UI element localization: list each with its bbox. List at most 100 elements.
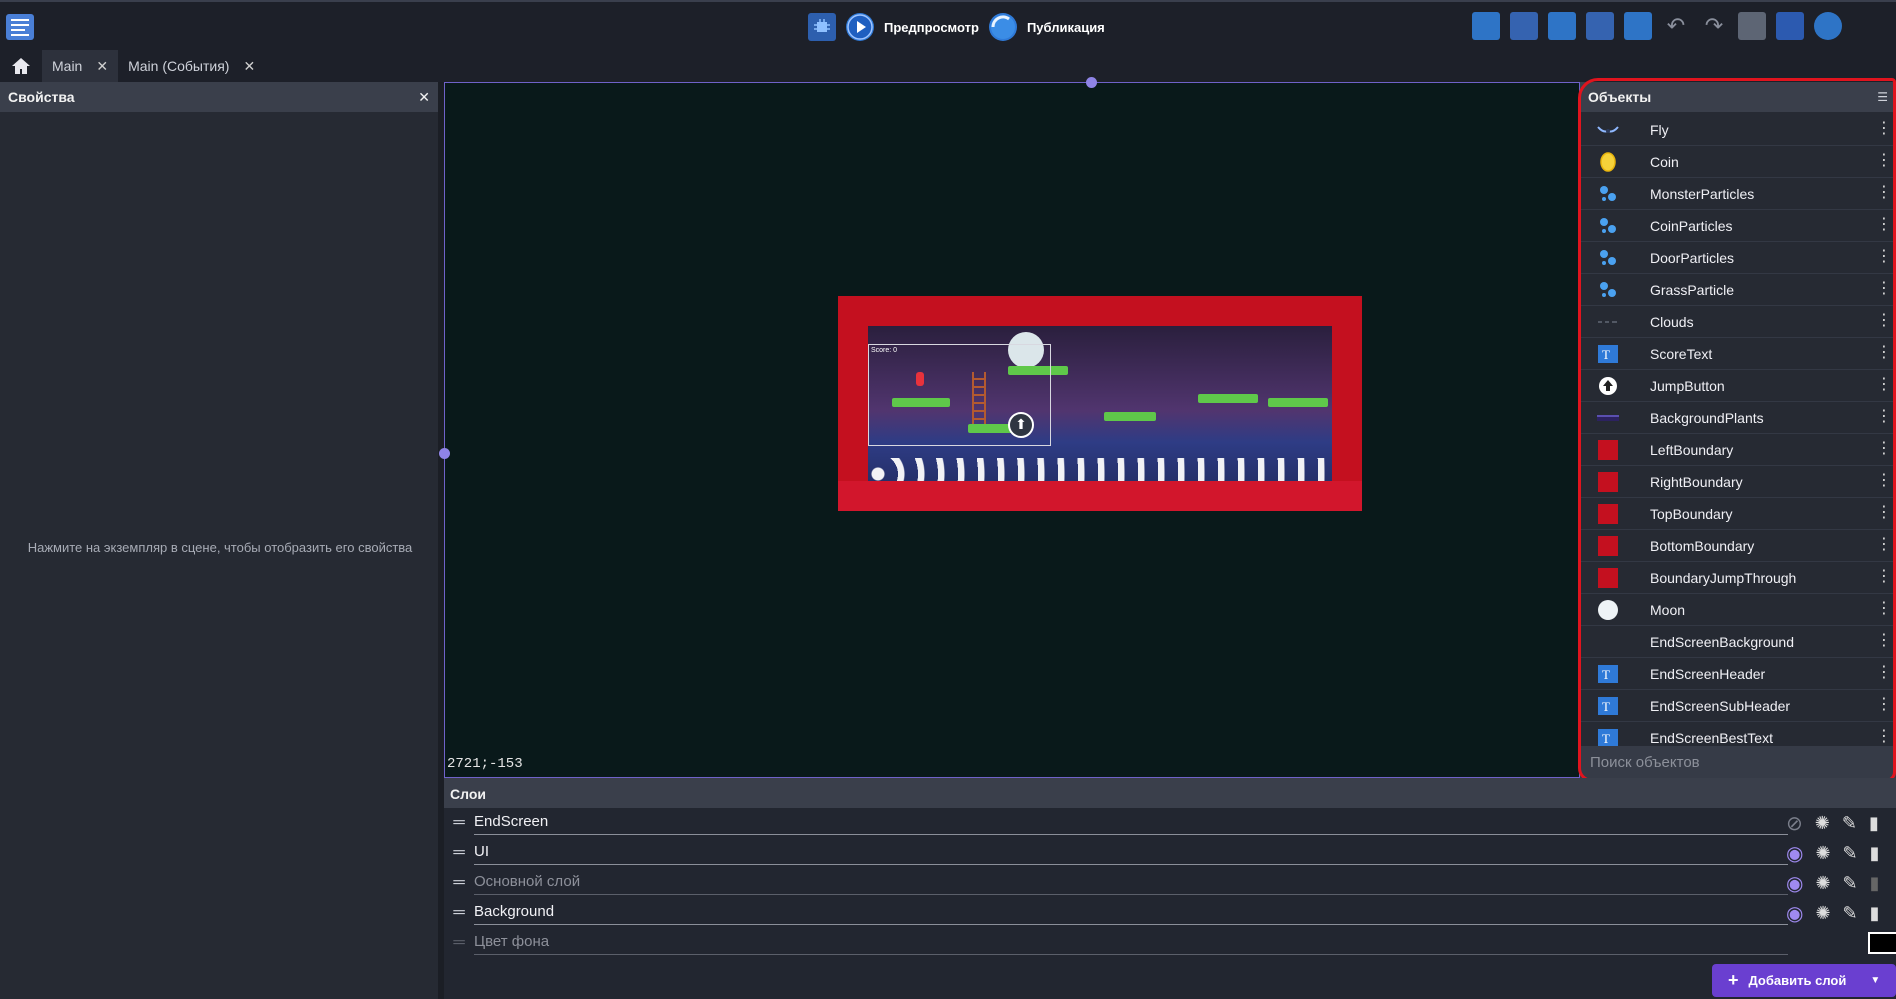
- close-icon[interactable]: ✕: [243, 58, 255, 75]
- tab-main[interactable]: Main ✕: [42, 50, 119, 82]
- chevron-down-icon[interactable]: ▼: [1870, 975, 1880, 986]
- scene-canvas[interactable]: Score: 0 ⬆ 2721;-153: [439, 77, 1580, 778]
- more-options-icon[interactable]: ⋮: [1876, 472, 1892, 490]
- close-icon[interactable]: ✕: [418, 89, 430, 106]
- grid-icon[interactable]: [1776, 12, 1804, 40]
- edit-icon[interactable]: ✎: [1842, 813, 1857, 834]
- game-preview: Score: 0 ⬆: [838, 296, 1362, 511]
- more-options-icon[interactable]: ⋮: [1876, 184, 1892, 202]
- object-list-item[interactable]: BottomBoundary ⋮: [1580, 530, 1896, 562]
- object-list-item[interactable]: JumpButton ⋮: [1580, 370, 1896, 402]
- lighting-icon[interactable]: ✺: [1815, 903, 1830, 924]
- lighting-icon[interactable]: ✺: [1815, 873, 1830, 894]
- object-list-item[interactable]: T ScoreText ⋮: [1580, 338, 1896, 370]
- instances-list-icon[interactable]: [1586, 12, 1614, 40]
- more-options-icon[interactable]: ⋮: [1876, 728, 1892, 746]
- object-list-item[interactable]: TopBoundary ⋮: [1580, 498, 1896, 530]
- object-list-item[interactable]: GrassParticle ⋮: [1580, 274, 1896, 306]
- close-icon[interactable]: ✕: [96, 58, 108, 75]
- layer-name[interactable]: EndScreen: [474, 811, 1788, 835]
- object-list-item[interactable]: BoundaryJumpThrough ⋮: [1580, 562, 1896, 594]
- preview-play-icon[interactable]: [846, 13, 874, 41]
- debugger-icon[interactable]: [808, 13, 836, 41]
- more-options-icon[interactable]: ⋮: [1876, 536, 1892, 554]
- object-list-item[interactable]: Fly ⋮: [1580, 114, 1896, 146]
- more-options-icon[interactable]: ⋮: [1876, 344, 1892, 362]
- eye-icon[interactable]: ◉: [1786, 901, 1803, 926]
- object-list-item[interactable]: Clouds ⋮: [1580, 306, 1896, 338]
- layer-row[interactable]: ═ EndScreen ⊘ ✺ ✎ ▮: [444, 808, 1896, 838]
- project-manager-icon[interactable]: [6, 14, 34, 40]
- layer-row[interactable]: ═ Background ◉ ✺ ✎ ▮: [444, 898, 1896, 928]
- background-color-swatch[interactable]: [1868, 932, 1896, 954]
- more-options-icon[interactable]: ⋮: [1876, 312, 1892, 330]
- edit-icon[interactable]: ✎: [1843, 903, 1858, 924]
- more-options-icon[interactable]: ⋮: [1876, 248, 1892, 266]
- more-options-icon[interactable]: ⋮: [1876, 504, 1892, 522]
- lighting-icon[interactable]: ✺: [1815, 813, 1830, 834]
- object-list-item[interactable]: Moon ⋮: [1580, 594, 1896, 626]
- more-options-icon[interactable]: ⋮: [1876, 696, 1892, 714]
- object-list-item[interactable]: DoorParticles ⋮: [1580, 242, 1896, 274]
- more-options-icon[interactable]: ⋮: [1876, 408, 1892, 426]
- object-list-item[interactable]: CoinParticles ⋮: [1580, 210, 1896, 242]
- resize-handle-top[interactable]: [1086, 77, 1097, 88]
- home-tab[interactable]: [0, 50, 42, 82]
- delete-icon[interactable]: ▮: [1870, 873, 1880, 894]
- layer-name[interactable]: Основной слой: [474, 871, 1788, 895]
- zoom-reset-icon[interactable]: [1814, 12, 1842, 40]
- object-list-item[interactable]: T EndScreenHeader ⋮: [1580, 658, 1896, 690]
- drag-handle-icon[interactable]: ═: [444, 814, 474, 832]
- window-mask-icon[interactable]: [1738, 12, 1766, 40]
- object-list-item[interactable]: RightBoundary ⋮: [1580, 466, 1896, 498]
- eye-icon[interactable]: ◉: [1786, 871, 1803, 896]
- delete-icon[interactable]: ▮: [1870, 843, 1880, 864]
- eye-off-icon[interactable]: ⊘: [1786, 811, 1803, 836]
- more-options-icon[interactable]: ⋮: [1876, 216, 1892, 234]
- lighting-icon[interactable]: ✺: [1815, 843, 1830, 864]
- layer-row[interactable]: ═ UI ◉ ✺ ✎ ▮: [444, 838, 1896, 868]
- tab-main-events[interactable]: Main (События) ✕: [118, 50, 265, 82]
- more-options-icon[interactable]: ⋮: [1876, 632, 1892, 650]
- undo-icon[interactable]: ↶: [1662, 12, 1690, 40]
- drag-handle-icon[interactable]: ═: [444, 874, 474, 892]
- layer-row[interactable]: ═ Основной слой ◉ ✺ ✎ ▮: [444, 868, 1896, 898]
- more-options-icon[interactable]: ⋮: [1876, 376, 1892, 394]
- filter-icon[interactable]: ☰: [1877, 90, 1888, 104]
- drag-handle-icon[interactable]: ═: [444, 904, 474, 922]
- delete-icon[interactable]: ▮: [1869, 813, 1879, 834]
- more-options-icon[interactable]: ⋮: [1876, 664, 1892, 682]
- layer-name[interactable]: Background: [474, 901, 1788, 925]
- layer-name[interactable]: UI: [474, 841, 1788, 865]
- object-search-input[interactable]: Поиск объектов: [1580, 746, 1896, 778]
- object-list-item[interactable]: T EndScreenSubHeader ⋮: [1580, 690, 1896, 722]
- object-list-item[interactable]: Coin ⋮: [1580, 146, 1896, 178]
- object-list-item[interactable]: MonsterParticles ⋮: [1580, 178, 1896, 210]
- delete-icon[interactable]: ▮: [1870, 903, 1880, 924]
- more-options-icon[interactable]: ⋮: [1876, 600, 1892, 618]
- object-list-item[interactable]: EndScreenBackground ⋮: [1580, 626, 1896, 658]
- redo-icon[interactable]: ↷: [1700, 12, 1728, 40]
- edit-icon[interactable]: ✎: [1843, 843, 1858, 864]
- publish-globe-icon[interactable]: [988, 13, 1017, 41]
- resize-handle-left[interactable]: [439, 448, 450, 459]
- drag-handle-icon[interactable]: ═: [444, 844, 474, 862]
- properties-toggle-icon[interactable]: [1548, 12, 1576, 40]
- layers-toggle-icon[interactable]: [1624, 12, 1652, 40]
- add-layer-button[interactable]: + Добавить слой ▼: [1712, 964, 1896, 997]
- more-options-icon[interactable]: ⋮: [1876, 120, 1892, 138]
- more-options-icon[interactable]: ⋮: [1876, 280, 1892, 298]
- object-list-item[interactable]: LeftBoundary ⋮: [1580, 434, 1896, 466]
- eye-icon[interactable]: ◉: [1786, 841, 1803, 866]
- edit-icon[interactable]: ✎: [1843, 873, 1858, 894]
- objects-panel-toggle-icon[interactable]: [1472, 12, 1500, 40]
- more-options-icon[interactable]: ⋮: [1876, 440, 1892, 458]
- publish-button-label[interactable]: Публикация: [1027, 20, 1105, 35]
- text-icon: T: [1596, 694, 1620, 718]
- object-list-item[interactable]: BackgroundPlants ⋮: [1580, 402, 1896, 434]
- object-groups-toggle-icon[interactable]: [1510, 12, 1538, 40]
- more-options-icon[interactable]: ⋮: [1876, 568, 1892, 586]
- preview-button-label[interactable]: Предпросмотр: [884, 20, 979, 35]
- more-options-icon[interactable]: ⋮: [1876, 152, 1892, 170]
- object-list-item[interactable]: T EndScreenBestText ⋮: [1580, 722, 1896, 746]
